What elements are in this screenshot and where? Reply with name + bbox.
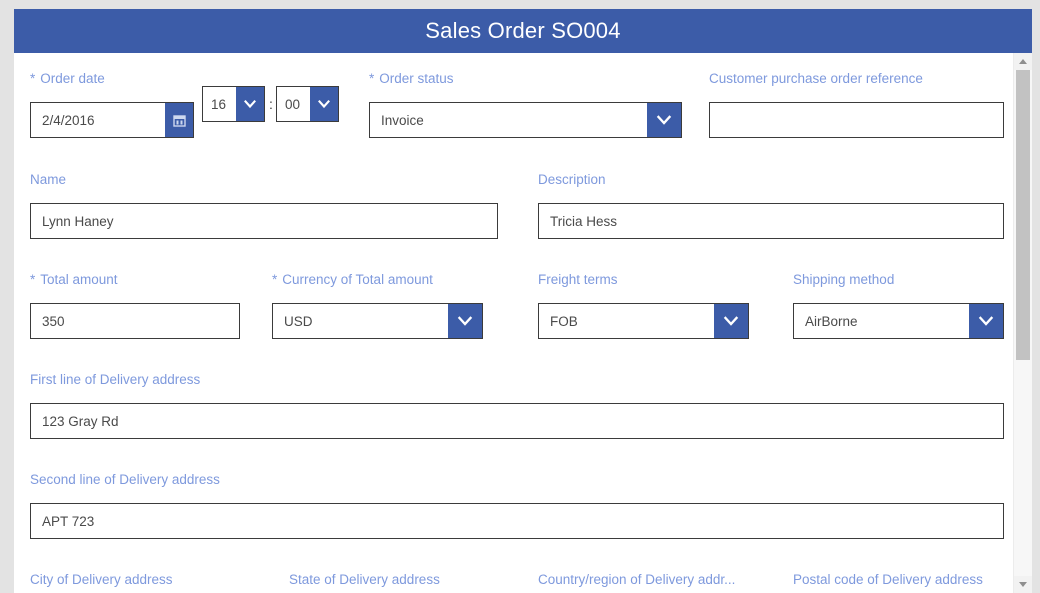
delivery-postal-code-label: Postal code of Delivery address: [793, 572, 983, 587]
delivery-address-2-input[interactable]: APT 723: [30, 503, 1004, 539]
sales-order-window: Sales Order SO004 *Order date 2/4/2016: [0, 0, 1040, 593]
chevron-down-icon[interactable]: [310, 87, 338, 121]
delivery-address-2-value: APT 723: [42, 513, 95, 529]
page-title: Sales Order SO004: [425, 18, 621, 43]
scroll-down-arrow-icon[interactable]: [1014, 576, 1032, 593]
field-delivery-address-2: Second line of Delivery address APT 723: [30, 472, 1004, 539]
order-date-input[interactable]: 2/4/2016: [30, 102, 194, 138]
field-order-hour: 16: [202, 86, 265, 122]
chevron-down-icon[interactable]: [448, 304, 482, 338]
required-marker: *: [30, 272, 36, 287]
field-shipping-method: Shipping method AirBorne: [793, 272, 1004, 339]
window-title-bar: Sales Order SO004: [14, 9, 1032, 53]
currency-label: * Currency of Total amount: [272, 272, 433, 287]
scrollbar-thumb[interactable]: [1016, 70, 1030, 360]
delivery-address-2-label: Second line of Delivery address: [30, 472, 220, 487]
chevron-down-icon[interactable]: [236, 87, 264, 121]
freight-terms-value[interactable]: FOB: [539, 304, 714, 338]
form-scroll-area: * Order date 2/4/2016 16: 00 * Order st…: [14, 53, 1014, 593]
delivery-address-1-label: First line of Delivery address: [30, 372, 201, 387]
field-order-date: * Order date 2/4/2016: [30, 71, 194, 138]
field-total-amount: * Total amount 350: [30, 272, 240, 339]
delivery-address-1-input[interactable]: 123 Gray Rd: [30, 403, 1004, 439]
description-value: Tricia Hess: [550, 213, 618, 229]
field-currency: * Currency of Total amount USD: [272, 272, 483, 339]
order-date-value[interactable]: 2/4/2016: [31, 103, 165, 137]
order-status-label: * Order status: [369, 71, 454, 86]
currency-value[interactable]: USD: [273, 304, 448, 338]
name-input[interactable]: Lynn Haney: [30, 203, 498, 239]
chevron-down-icon[interactable]: [969, 304, 1003, 338]
field-delivery-city: City of Delivery address: [30, 572, 173, 588]
field-delivery-state: State of Delivery address: [289, 572, 440, 588]
freight-terms-dropdown[interactable]: FOB: [538, 303, 749, 339]
field-delivery-postal-code: Postal code of Delivery address: [793, 572, 983, 588]
chevron-down-icon[interactable]: [714, 304, 748, 338]
field-delivery-country: Country/region of Delivery addr...: [538, 572, 735, 588]
shipping-method-label: Shipping method: [793, 272, 895, 287]
time-separator: :: [269, 96, 273, 112]
calendar-icon[interactable]: [165, 103, 193, 137]
required-marker: *: [369, 71, 375, 86]
description-input[interactable]: Tricia Hess: [538, 203, 1004, 239]
delivery-country-label: Country/region of Delivery addr...: [538, 572, 736, 587]
shipping-method-value[interactable]: AirBorne: [794, 304, 969, 338]
description-label: Description: [538, 172, 606, 187]
order-date-label: * Order date: [30, 71, 105, 86]
scroll-up-arrow-icon[interactable]: [1014, 53, 1032, 70]
delivery-address-1-value: 123 Gray Rd: [42, 413, 119, 429]
name-value: Lynn Haney: [42, 213, 114, 229]
field-order-status: * Order status Invoice: [369, 71, 682, 138]
required-marker: *: [30, 71, 36, 86]
order-hour-dropdown[interactable]: 16: [202, 86, 265, 122]
field-order-minute: 00: [276, 86, 339, 122]
currency-dropdown[interactable]: USD: [272, 303, 483, 339]
field-name: Name Lynn Haney: [30, 172, 498, 239]
form-card: * Order date 2/4/2016 16: 00 * Order st…: [14, 53, 1032, 593]
order-minute-dropdown[interactable]: 00: [276, 86, 339, 122]
order-minute-value[interactable]: 00: [277, 87, 310, 121]
total-amount-label: * Total amount: [30, 272, 118, 287]
shipping-method-dropdown[interactable]: AirBorne: [793, 303, 1004, 339]
name-label: Name: [30, 172, 67, 187]
delivery-city-label: City of Delivery address: [30, 572, 173, 587]
customer-po-reference-label: Customer purchase order reference: [709, 71, 923, 86]
required-marker: *: [272, 272, 278, 287]
field-description: Description Tricia Hess: [538, 172, 1004, 239]
order-status-dropdown[interactable]: Invoice: [369, 102, 682, 138]
field-freight-terms: Freight terms FOB: [538, 272, 749, 339]
chevron-down-icon[interactable]: [647, 103, 681, 137]
field-customer-po-reference: Customer purchase order reference: [709, 71, 1004, 138]
field-delivery-address-1: First line of Delivery address 123 Gray …: [30, 372, 1004, 439]
vertical-scrollbar[interactable]: [1013, 53, 1032, 593]
order-status-value[interactable]: Invoice: [370, 103, 647, 137]
freight-terms-label: Freight terms: [538, 272, 618, 287]
total-amount-input[interactable]: 350: [30, 303, 240, 339]
delivery-state-label: State of Delivery address: [289, 572, 440, 587]
customer-po-reference-input[interactable]: [709, 102, 1004, 138]
order-hour-value[interactable]: 16: [203, 87, 236, 121]
total-amount-value: 350: [42, 313, 65, 329]
